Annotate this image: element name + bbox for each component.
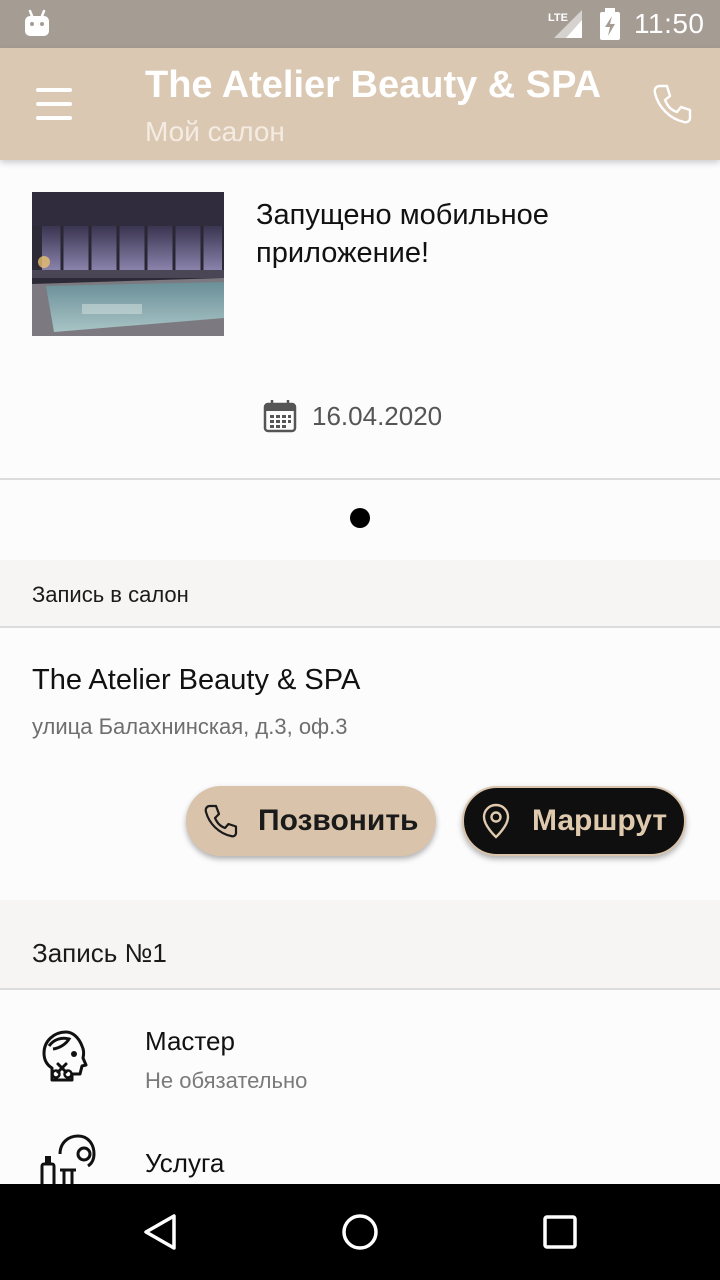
android-debug-icon (25, 9, 49, 36)
service-icon (40, 1134, 96, 1184)
phone-icon (204, 804, 238, 838)
salon-name: The Atelier Beauty & SPA (32, 664, 361, 696)
news-pager (0, 482, 720, 554)
salon-address: улица Балахнинская, д.3, оф.3 (32, 714, 348, 739)
app-subtitle: Мой салон (145, 116, 285, 147)
list-item-title: Услуга (145, 1148, 225, 1178)
news-date-row: 16.04.2020 (262, 398, 442, 434)
system-nav-bar (0, 1184, 720, 1280)
salon-card: The Atelier Beauty & SPA улица Балахнинс… (0, 628, 720, 900)
network-label: LTE (548, 12, 568, 24)
list-item-master[interactable]: Мастер Не обязательно (0, 990, 720, 1112)
app-bar: The Atelier Beauty & SPA Мой салон (0, 48, 720, 160)
recent-apps-icon[interactable] (542, 1214, 578, 1250)
route-button[interactable]: Маршрут (462, 786, 686, 856)
battery-charging-icon (600, 8, 620, 40)
section-header-label: Запись №1 (32, 938, 167, 968)
status-time: 11:50 (634, 8, 705, 39)
news-date: 16.04.2020 (312, 400, 443, 431)
section-header-label: Запись в салон (32, 582, 189, 607)
location-pin-icon (482, 803, 510, 839)
section-header-appointment: Запись №1 (0, 900, 720, 990)
news-card[interactable]: Запущено мобильное приложение! 16.04.202… (0, 160, 720, 480)
status-bar: LTE 11:50 (0, 0, 720, 48)
call-button[interactable]: Позвонить (186, 786, 436, 856)
menu-icon[interactable] (28, 78, 80, 130)
news-image (32, 192, 224, 336)
list-item-title: Мастер (145, 1026, 235, 1056)
call-button-label: Позвонить (258, 804, 419, 837)
list-item-subtitle: Не обязательно (145, 1068, 308, 1093)
lte-signal-icon: LTE (548, 10, 582, 38)
back-icon[interactable] (140, 1212, 180, 1252)
news-title: Запущено мобильное приложение! (256, 199, 549, 269)
pager-dot-active[interactable] (350, 508, 370, 528)
route-button-label: Маршрут (532, 804, 668, 837)
section-header-booking: Запись в салон (0, 560, 720, 628)
app-title: The Atelier Beauty & SPA (145, 64, 602, 106)
list-item-service[interactable]: Услуга (0, 1112, 720, 1184)
phone-icon[interactable] (650, 82, 694, 126)
master-icon (42, 1030, 88, 1082)
home-icon[interactable] (340, 1212, 380, 1252)
calendar-icon (263, 400, 297, 433)
